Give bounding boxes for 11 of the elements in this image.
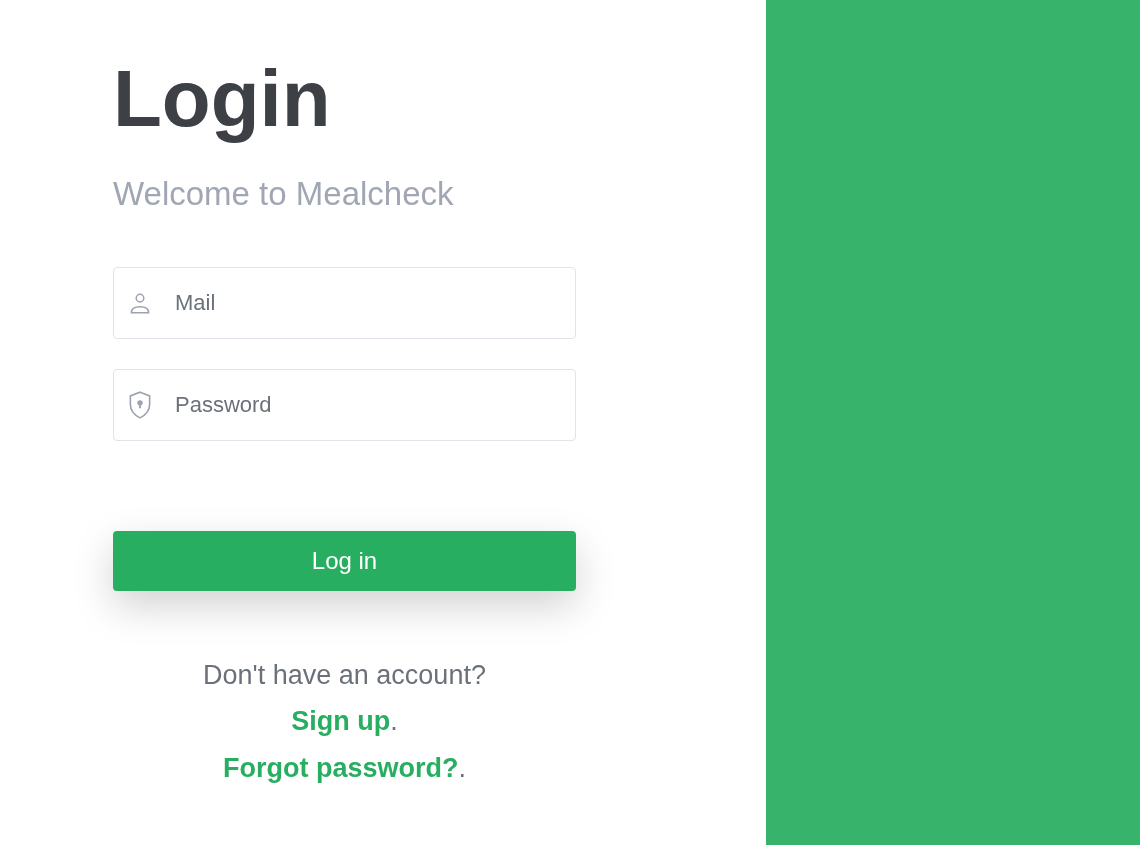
login-button[interactable]: Log in [113, 530, 576, 591]
link-period: . [390, 705, 398, 738]
text-link[interactable]: Sign up [291, 701, 391, 742]
mail-field[interactable]: Mail [113, 266, 576, 339]
signup-prompt: Don't have an account? [203, 658, 486, 692]
link-period: . [458, 751, 466, 785]
text-link[interactable]: Forgot password? [223, 747, 459, 788]
shield-lock-icon [127, 389, 153, 420]
password-field[interactable]: Password [113, 368, 576, 441]
welcome-subtitle: Welcome to Mealcheck [113, 174, 454, 214]
page-title: Login [113, 55, 331, 143]
